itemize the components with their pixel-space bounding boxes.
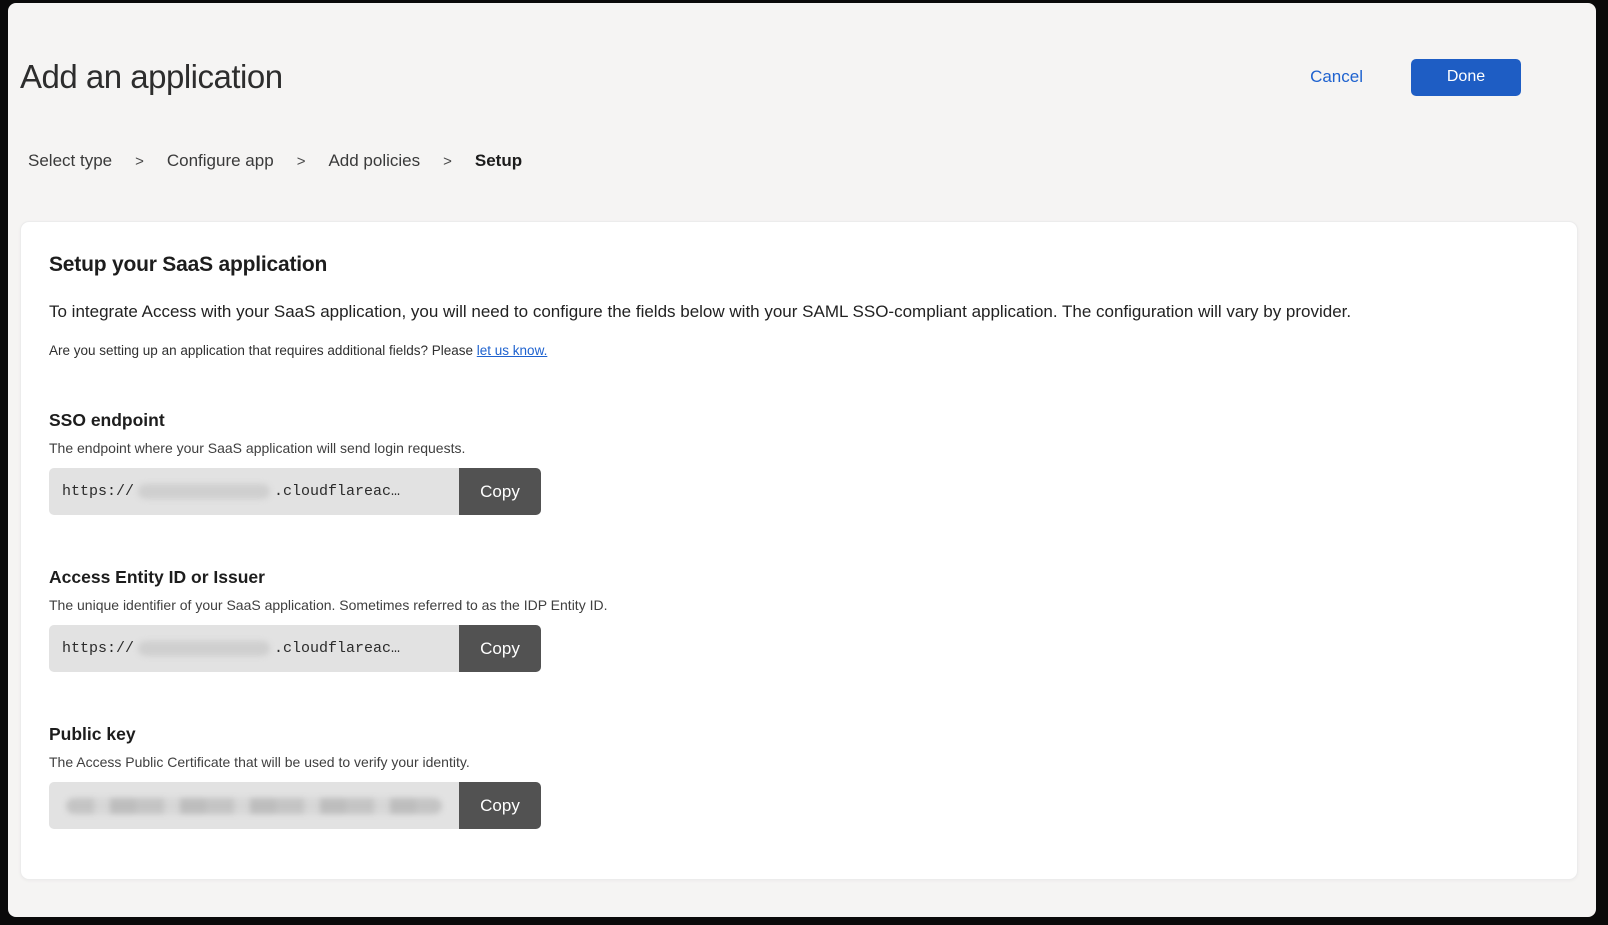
field-label: Access Entity ID or Issuer xyxy=(49,567,1549,588)
public-key-value-row: Copy xyxy=(49,782,541,829)
breadcrumb-separator: > xyxy=(135,153,144,170)
breadcrumb-step-setup: Setup xyxy=(475,151,522,171)
field-label: Public key xyxy=(49,724,1549,745)
card-heading: Setup your SaaS application xyxy=(49,253,1549,277)
field-description: The unique identifier of your SaaS appli… xyxy=(49,597,1549,613)
breadcrumb-separator: > xyxy=(297,153,306,170)
field-description: The Access Public Certificate that will … xyxy=(49,754,1549,770)
page-header: Add an application Cancel Done xyxy=(20,3,1578,99)
let-us-know-link[interactable]: let us know. xyxy=(477,343,548,358)
copy-sso-endpoint-button[interactable]: Copy xyxy=(459,468,541,515)
page-title: Add an application xyxy=(20,55,283,99)
done-button[interactable]: Done xyxy=(1411,59,1521,96)
redacted-value-blur xyxy=(66,798,442,814)
public-key-value xyxy=(49,782,459,829)
redacted-value-blur xyxy=(138,641,270,656)
entity-id-value: https:// .cloudflareac… xyxy=(49,625,459,672)
value-suffix: .cloudflareac… xyxy=(274,483,400,500)
note-text: Are you setting up an application that r… xyxy=(49,343,477,358)
field-description: The endpoint where your SaaS application… xyxy=(49,440,1549,456)
field-access-entity-id: Access Entity ID or Issuer The unique id… xyxy=(49,567,1549,672)
value-prefix: https:// xyxy=(62,640,134,657)
header-actions: Cancel Done xyxy=(1304,59,1521,96)
copy-public-key-button[interactable]: Copy xyxy=(459,782,541,829)
field-sso-endpoint: SSO endpoint The endpoint where your Saa… xyxy=(49,410,1549,515)
breadcrumb-separator: > xyxy=(443,153,452,170)
redacted-value-blur xyxy=(138,484,270,499)
value-prefix: https:// xyxy=(62,483,134,500)
breadcrumb-step-add-policies[interactable]: Add policies xyxy=(328,151,420,171)
field-public-key: Public key The Access Public Certificate… xyxy=(49,724,1549,829)
value-suffix: .cloudflareac… xyxy=(274,640,400,657)
sso-endpoint-value-row: https:// .cloudflareac… Copy xyxy=(49,468,541,515)
field-label: SSO endpoint xyxy=(49,410,1549,431)
breadcrumb-step-configure-app[interactable]: Configure app xyxy=(167,151,274,171)
additional-fields-note: Are you setting up an application that r… xyxy=(49,343,1549,358)
setup-card: Setup your SaaS application To integrate… xyxy=(20,221,1578,880)
cancel-button[interactable]: Cancel xyxy=(1304,66,1369,88)
breadcrumb: Select type > Configure app > Add polici… xyxy=(28,151,1578,171)
card-intro-text: To integrate Access with your SaaS appli… xyxy=(49,301,1549,323)
copy-entity-id-button[interactable]: Copy xyxy=(459,625,541,672)
breadcrumb-step-select-type[interactable]: Select type xyxy=(28,151,112,171)
app-window: Add an application Cancel Done Select ty… xyxy=(8,3,1596,917)
entity-id-value-row: https:// .cloudflareac… Copy xyxy=(49,625,541,672)
sso-endpoint-value: https:// .cloudflareac… xyxy=(49,468,459,515)
